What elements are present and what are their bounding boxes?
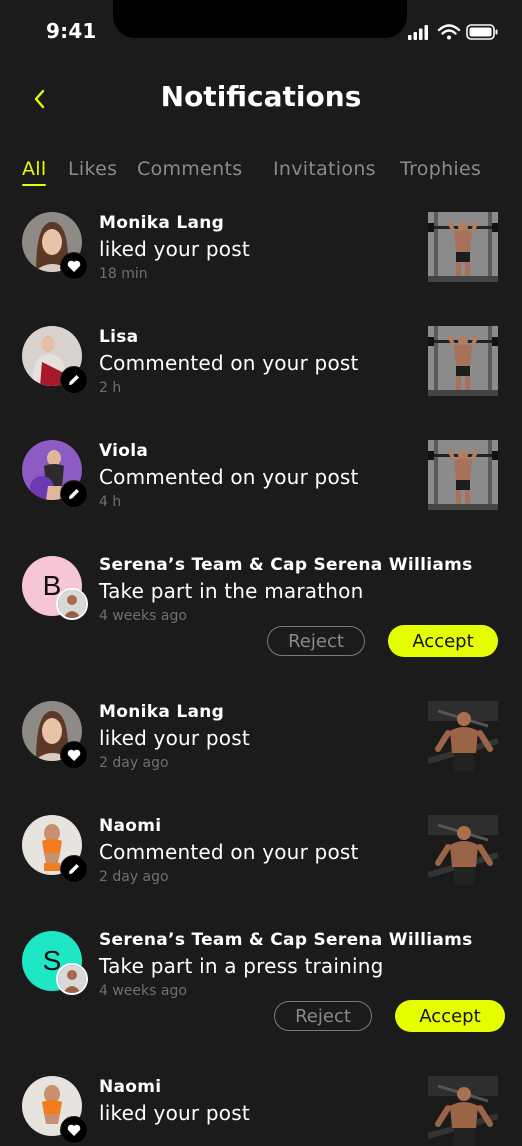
tab-comments[interactable]: Comments (137, 158, 242, 180)
notification-text: Take part in a press training (99, 954, 384, 978)
notification-sender: Monika Lang (99, 702, 225, 722)
notification-text: Commented on your post (99, 465, 359, 489)
like-badge (60, 1116, 88, 1144)
active-tab-indicator (22, 184, 46, 186)
tab-trophies[interactable]: Trophies (400, 158, 481, 180)
wifi-icon (437, 24, 461, 40)
accept-button[interactable]: Accept (395, 1000, 505, 1032)
status-time: 9:41 (46, 19, 97, 43)
filter-tabs: All Likes Comments Invitations Trophies (22, 158, 522, 192)
post-thumbnail[interactable] (428, 326, 498, 396)
device-notch (113, 0, 407, 38)
notification-text: Commented on your post (99, 351, 359, 375)
status-icons (408, 22, 500, 42)
like-badge (60, 741, 88, 769)
notification-time: 2 h (99, 380, 122, 396)
pencil-icon (69, 375, 79, 385)
notification-sender: Monika Lang (99, 213, 225, 233)
notification-text: liked your post (99, 1101, 250, 1125)
notification-text: Commented on your post (99, 840, 359, 864)
notification-time: 4 weeks ago (99, 608, 187, 624)
heart-icon (67, 749, 81, 761)
pencil-icon (69, 489, 79, 499)
like-badge (60, 252, 88, 280)
post-thumbnail[interactable] (428, 815, 498, 885)
notification-time: 2 day ago (99, 869, 169, 885)
notification-sender: Lisa (99, 327, 139, 347)
post-thumbnail[interactable] (428, 1076, 498, 1146)
heart-icon (67, 1124, 81, 1136)
tab-likes[interactable]: Likes (68, 158, 117, 180)
notification-sender: Serena’s Team & Cap Serena Williams (99, 930, 473, 950)
notification-sender: Viola (99, 441, 149, 461)
notification-text: liked your post (99, 726, 250, 750)
notification-sender: Naomi (99, 1077, 162, 1097)
tab-invitations[interactable]: Invitations (273, 158, 376, 180)
notification-sender: Serena’s Team & Cap Serena Williams (99, 555, 473, 575)
notification-time: 18 min (99, 266, 148, 282)
notification-time: 4 weeks ago (99, 983, 187, 999)
captain-avatar (56, 963, 88, 995)
reject-button[interactable]: Reject (274, 1001, 372, 1031)
battery-icon (466, 24, 498, 40)
cellular-signal-icon (408, 25, 428, 40)
post-thumbnail[interactable] (428, 440, 498, 510)
accept-button[interactable]: Accept (388, 625, 498, 657)
comment-badge (60, 480, 88, 508)
pencil-icon (69, 864, 79, 874)
comment-badge (60, 366, 88, 394)
notification-time: 4 h (99, 494, 122, 510)
post-thumbnail[interactable] (428, 701, 498, 771)
notification-text: liked your post (99, 237, 250, 261)
notification-text: Take part in the marathon (99, 579, 364, 603)
page-title: Notifications (160, 80, 362, 113)
post-thumbnail[interactable] (428, 212, 498, 282)
comment-badge (60, 855, 88, 883)
tab-all[interactable]: All (22, 158, 46, 180)
notification-time: 2 day ago (99, 755, 169, 771)
heart-icon (67, 260, 81, 272)
captain-avatar (56, 588, 88, 620)
notification-sender: Naomi (99, 816, 162, 836)
reject-button[interactable]: Reject (267, 626, 365, 656)
